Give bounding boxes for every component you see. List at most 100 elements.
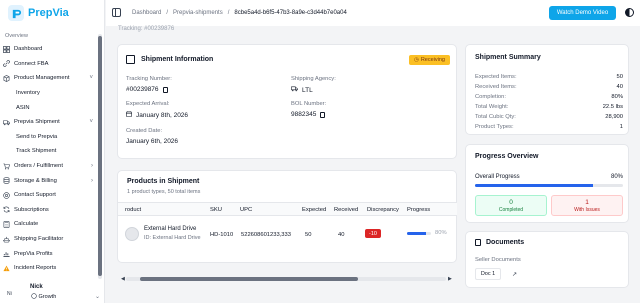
toggle-sidebar-icon[interactable] (112, 8, 121, 17)
expected-arrival-text: January 8th, 2026 (136, 111, 189, 119)
issues-tile: 1 With Issues (551, 195, 623, 216)
sidebar-item-label: Track Shipment (16, 148, 57, 155)
summary-row: Received Items: 40 (475, 84, 623, 90)
chart-icon (3, 250, 10, 258)
scroll-left-icon[interactable]: ◀ (121, 276, 125, 282)
column-header-discrepancy[interactable]: Discrepancy (367, 207, 399, 213)
sidebar-item-label: Dashboard (14, 46, 43, 53)
sidebar-item-prepvia-profits[interactable]: PrepVia Profits (0, 246, 97, 261)
breadcrumb-current: 8cbe5a4d-b6f5-47b3-8a9e-c3d44b7e0a04 (234, 10, 347, 16)
summary-label: Product Types: (475, 124, 514, 130)
sidebar-item-label: Calculate (14, 221, 39, 228)
breadcrumb-prepvia-shipments[interactable]: Prepvia-shipments (173, 10, 223, 16)
sidebar: PrepVia Overview Dashboard Connect FBA P… (0, 0, 105, 303)
dashboard-icon (3, 45, 10, 53)
summary-value: 80% (611, 94, 623, 100)
card-header: Documents (475, 239, 524, 246)
product-id: ID: External Hard Drive (144, 235, 201, 241)
discrepancy-badge: -10 (365, 229, 381, 238)
sidebar-item-connect-fba[interactable]: Connect FBA (0, 57, 97, 72)
summary-label: Total Cubic Qty: (475, 114, 516, 120)
expected-arrival-value: January 8th, 2026 (126, 111, 188, 119)
card-subtitle: 1 product types, 50 total items (127, 189, 201, 195)
tracking-number-text: #00239876 (126, 86, 159, 93)
page-subtitle: Tracking: #00239876 (118, 26, 175, 32)
copy-icon[interactable] (162, 86, 168, 93)
sidebar-item-send-to-prepvia[interactable]: Send to Prepvia (0, 130, 97, 145)
sidebar-item-shipping-facilitator[interactable]: Shipping Facilitator (0, 232, 97, 247)
avatar: Ni (7, 291, 12, 297)
summary-row: Expected Items: 50 (475, 74, 623, 80)
sidebar-item-label: PrepVia Profits (14, 250, 53, 257)
product-received: 40 (338, 232, 345, 238)
sidebar-item-product-management[interactable]: Product Management ˅ (0, 71, 97, 86)
topbar: Dashboard / Prepvia-shipments / 8cbe5a4d… (106, 0, 640, 26)
sidebar-item-label: Subscriptions (14, 206, 49, 213)
summary-value: 28,900 (605, 114, 623, 120)
sidebar-item-calculate[interactable]: Calculate (0, 217, 97, 232)
sidebar-item-dashboard[interactable]: Dashboard (0, 42, 97, 57)
chevron-down-icon: ˅ (89, 75, 93, 82)
sidebar-item-storage-billing[interactable]: Storage & Billing › (0, 173, 97, 188)
summary-row: Total Weight: 22.5 lbs (475, 104, 623, 110)
chevron-right-icon: › (91, 177, 93, 184)
card-title: Shipment Information (141, 56, 214, 63)
sidebar-item-contact-support[interactable]: Contact Support (0, 188, 97, 203)
theme-toggle-icon[interactable] (625, 8, 634, 17)
breadcrumb-dashboard[interactable]: Dashboard (132, 10, 161, 16)
sidebar-item-label: Send to Prepvia (16, 133, 58, 140)
shipment-summary-card: Shipment Summary Expected Items: 50 Recei… (465, 44, 629, 135)
breadcrumb: Dashboard / Prepvia-shipments / 8cbe5a4d… (132, 10, 347, 16)
table-header: roduct SKU UPC Expected Received Discrep… (118, 202, 457, 216)
sidebar-item-incident-reports[interactable]: Incident Reports (0, 261, 97, 276)
column-header-received[interactable]: Received (334, 207, 358, 213)
sidebar-item-label: Shipping Facilitator (14, 236, 64, 243)
chevron-updown-icon: ⌄ (94, 294, 100, 300)
summary-label: Total Weight: (475, 104, 509, 110)
copy-icon[interactable] (320, 111, 326, 118)
column-header-product[interactable]: roduct (125, 207, 141, 213)
link-icon (3, 60, 10, 68)
box-icon (3, 75, 10, 82)
app-logo[interactable]: PrepVia (8, 5, 69, 21)
sidebar-item-prepvia-shipment[interactable]: Prepvia Shipment ˅ (0, 115, 97, 130)
sidebar-item-inventory[interactable]: Inventory (0, 86, 97, 101)
table-horizontal-scrollbar[interactable] (126, 277, 446, 281)
storage-icon (3, 177, 10, 184)
scrollbar-thumb[interactable] (140, 277, 358, 281)
card-header: Shipment Information (126, 55, 213, 64)
tracking-number-label: Tracking Number: (126, 76, 172, 82)
created-date-value: January 6th, 2026 (126, 138, 179, 145)
column-header-expected[interactable]: Expected (302, 207, 326, 213)
watch-demo-button[interactable]: Watch Demo Video (549, 6, 616, 20)
product-thumbnail (125, 227, 139, 241)
external-link-icon[interactable]: ↗ (512, 271, 517, 278)
truck-icon (3, 119, 10, 126)
sidebar-item-track-shipment[interactable]: Track Shipment (0, 144, 97, 159)
overall-progress-value: 80% (611, 174, 624, 180)
completed-count: 0 (509, 199, 513, 206)
sidebar-item-orders-fulfillment[interactable]: Orders / Fulfillment › (0, 159, 97, 174)
sidebar-item-asin[interactable]: ASIN (0, 100, 97, 115)
created-date-label: Created Date: (126, 128, 163, 134)
shipping-agency-label: Shipping Agency: (291, 76, 336, 82)
sidebar-item-label: Inventory (16, 90, 40, 97)
summary-row: Completion: 80% (475, 94, 623, 100)
sidebar-section-title: Overview (5, 33, 28, 39)
progress-fill (475, 184, 594, 187)
column-header-sku[interactable]: SKU (210, 207, 222, 213)
column-header-progress[interactable]: Progress (407, 207, 430, 213)
sidebar-scrollbar-thumb[interactable] (98, 36, 102, 276)
bol-number-text: 9882345 (291, 111, 317, 118)
column-header-upc[interactable]: UPC (240, 207, 252, 213)
doc-1-button[interactable]: Doc 1 (475, 268, 501, 280)
status-label: Receiving (420, 57, 445, 63)
scroll-right-icon[interactable]: ▶ (448, 276, 452, 282)
user-menu[interactable]: Ni Nick Growth ⌄ (5, 283, 103, 303)
summary-value: 40 (616, 84, 623, 90)
sidebar-item-subscriptions[interactable]: Subscriptions (0, 203, 97, 218)
products-in-shipment-card: Products in Shipment 1 product types, 50… (117, 170, 457, 282)
support-icon (3, 192, 10, 199)
summary-value: 22.5 lbs (602, 104, 623, 110)
box-icon (126, 55, 135, 64)
